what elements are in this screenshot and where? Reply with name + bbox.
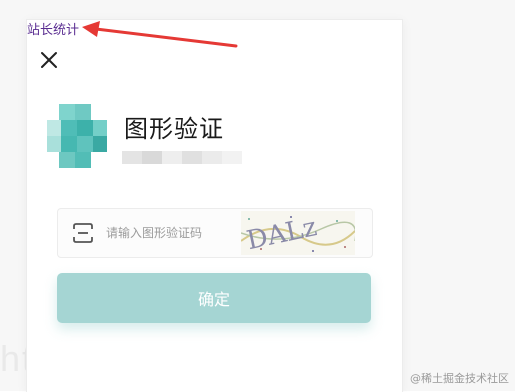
- red-arrow-annotation: [82, 21, 238, 48]
- corner-watermark: @稀土掘金技术社区: [410, 372, 509, 385]
